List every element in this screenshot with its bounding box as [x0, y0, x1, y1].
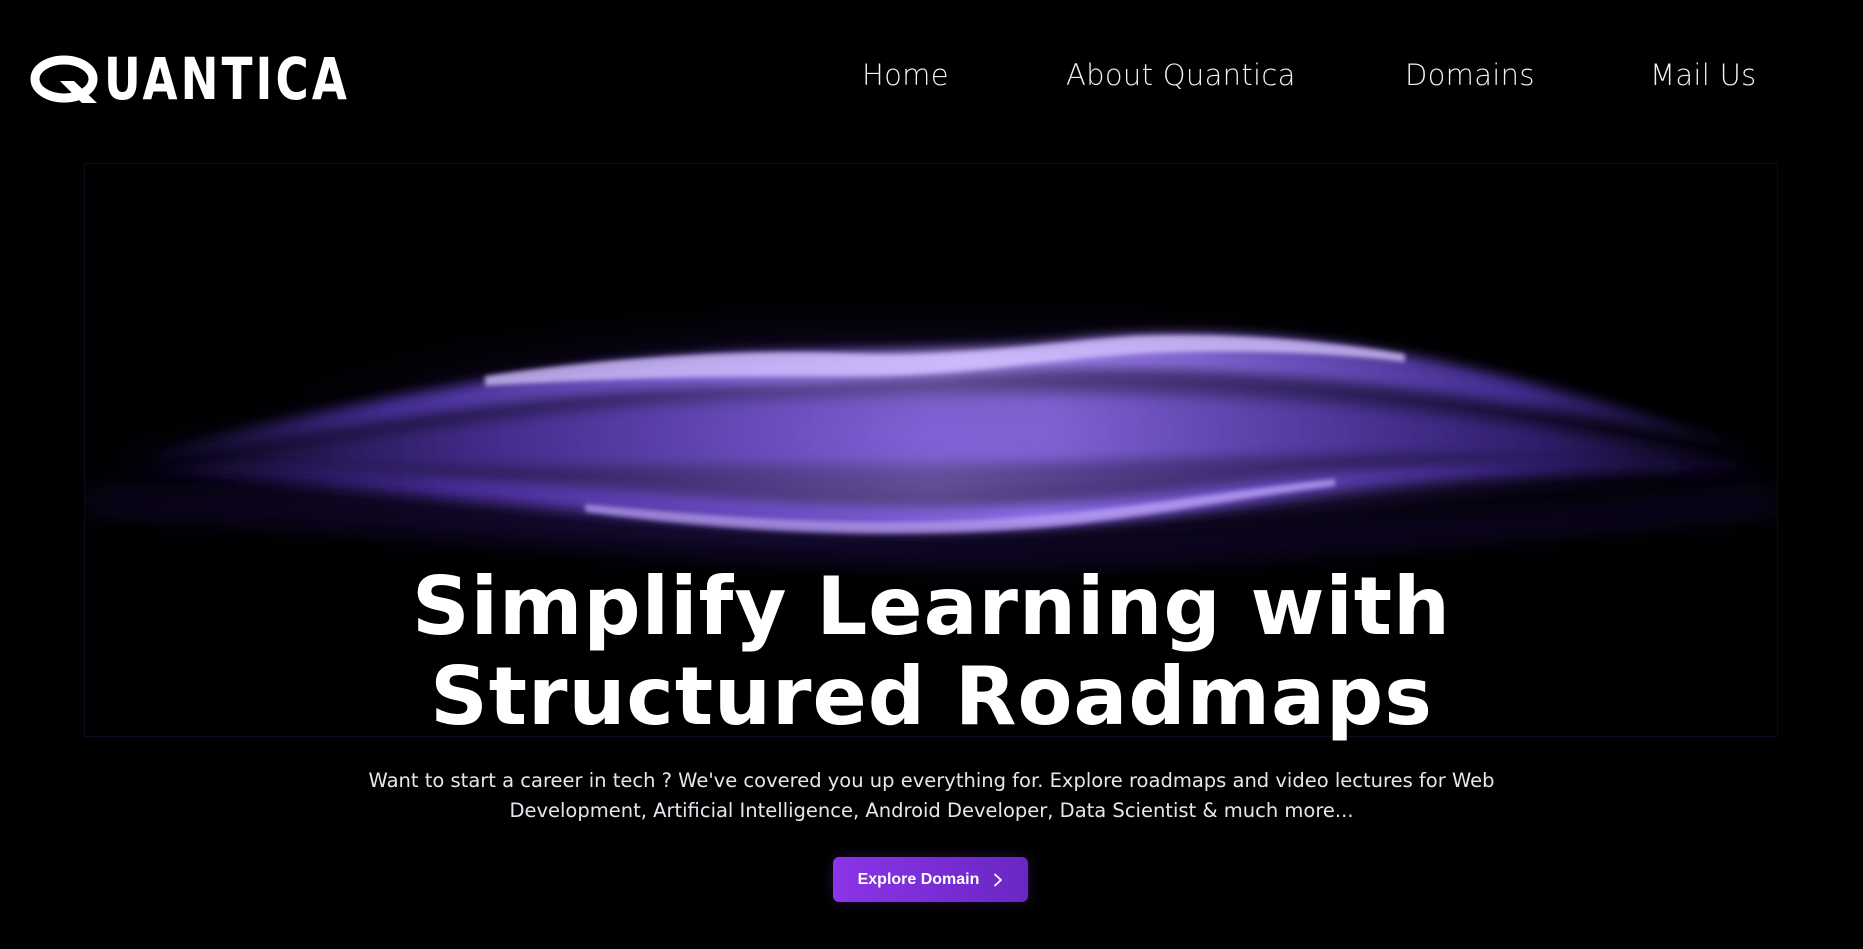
explore-domain-button[interactable]: Explore Domain [833, 857, 1028, 902]
explore-domain-label: Explore Domain [857, 870, 980, 888]
nav-home-link[interactable]: Home [862, 58, 949, 92]
chevron-right-icon [994, 873, 1003, 886]
main-nav: Home About Quantica Domains Mail Us [0, 58, 1863, 98]
nav-about-link[interactable]: About Quantica [1066, 58, 1296, 92]
landing-page: UANTICA Home About Quantica Domains Mail… [0, 0, 1863, 949]
nav-domains-link[interactable]: Domains [1405, 58, 1535, 92]
hero-subtitle: Want to start a career in tech ? We've c… [368, 769, 1495, 822]
site-header: UANTICA Home About Quantica Domains Mail… [0, 0, 1863, 160]
hero-title-line-1: Simplify Learning with [412, 560, 1451, 653]
hero-title: Simplify Learning with Structured Roadma… [0, 562, 1863, 742]
hero-title-line-2: Structured Roadmaps [430, 650, 1433, 743]
nav-mail-link[interactable]: Mail Us [1650, 58, 1757, 92]
